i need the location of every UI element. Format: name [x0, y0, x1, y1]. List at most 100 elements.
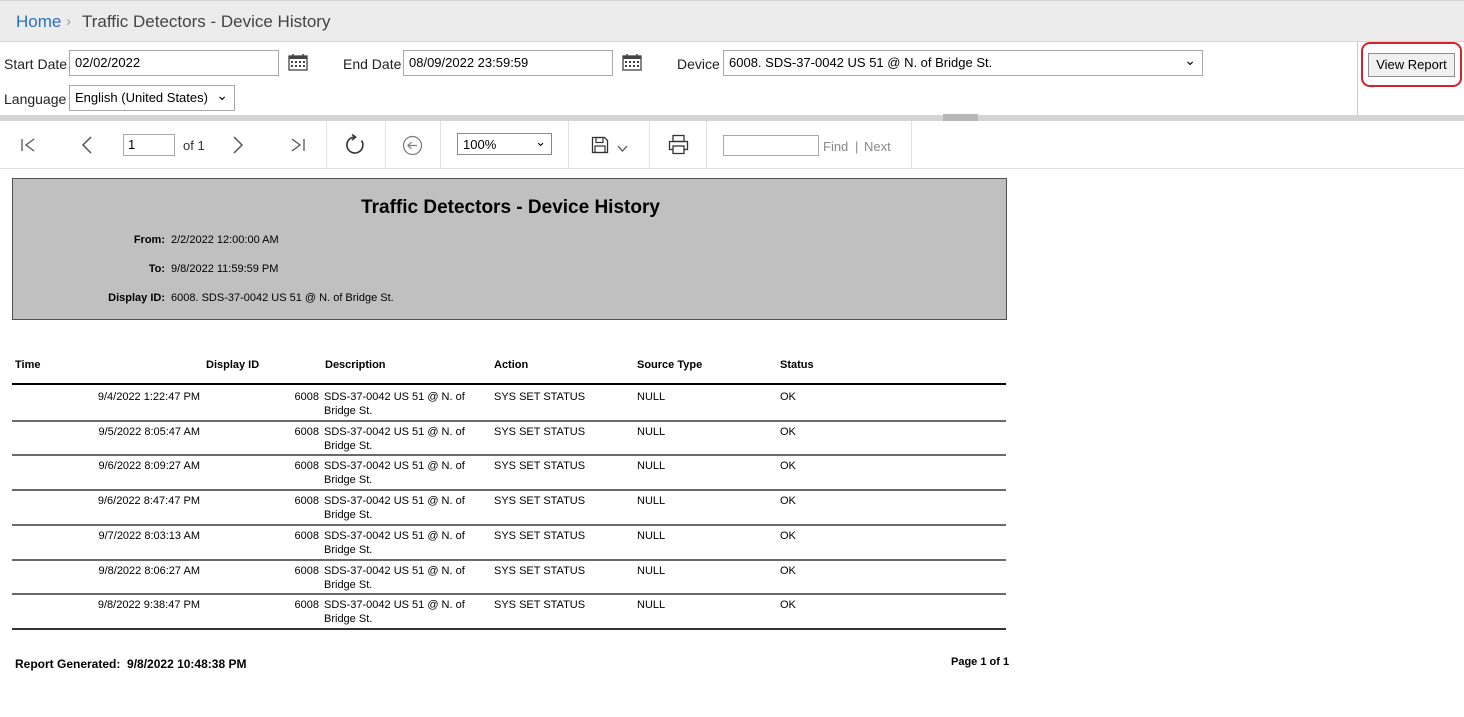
- end-date-label: End Date: [343, 56, 402, 72]
- cell-action: SYS SET STATUS: [494, 426, 586, 438]
- cell-status: OK: [780, 495, 796, 507]
- breadcrumb-separator: ›: [66, 13, 71, 30]
- display-id-value: 6008. SDS-37-0042 US 51 @ N. of Bridge S…: [171, 292, 394, 304]
- display-id-label: Display ID:: [108, 292, 165, 304]
- toolbar-divider: [385, 121, 386, 168]
- previous-page-icon[interactable]: [80, 136, 94, 154]
- report-parameters: Start Date 02/02/2022 End Date 08/09/202…: [0, 42, 1464, 115]
- column-header-action: Action: [494, 359, 529, 371]
- cell-source-type: NULL: [637, 530, 666, 542]
- column-header-display-id: Display ID: [206, 359, 260, 371]
- cell-status: OK: [780, 565, 796, 577]
- cell-time: 9/8/2022 8:06:27 AM: [98, 565, 200, 577]
- toolbar-divider: [440, 121, 441, 168]
- cell-display-id: 6008: [294, 565, 319, 577]
- cell-action: SYS SET STATUS: [494, 530, 586, 542]
- cell-description: SDS-37-0042 US 51 @ N. of Bridge St.: [324, 599, 465, 625]
- cell-action: SYS SET STATUS: [494, 599, 586, 611]
- cell-source-type: NULL: [637, 391, 666, 403]
- back-icon[interactable]: [402, 135, 423, 156]
- device-label: Device: [677, 56, 720, 72]
- language-select[interactable]: English (United States) ⌄: [69, 85, 235, 111]
- table-row: 9/6/2022 8:47:47 PM 6008 SDS-37-0042 US 51…: [12, 489, 1006, 524]
- start-date-label: Start Date: [4, 56, 68, 72]
- breadcrumb-home-link[interactable]: Home: [16, 12, 61, 32]
- to-label: To:: [148, 263, 165, 275]
- device-select-value: 6008. SDS-37-0042 US 51 @ N. of Bridge S…: [729, 55, 993, 70]
- collapse-parameters-handle[interactable]: [943, 114, 978, 121]
- refresh-icon[interactable]: [344, 134, 366, 156]
- cell-display-id: 6008: [294, 426, 319, 438]
- table-row: 9/6/2022 8:09:27 AM 6008 SDS-37-0042 US 51…: [12, 454, 1006, 489]
- export-dropdown-chevron-icon[interactable]: [617, 145, 628, 153]
- cell-status: OK: [780, 599, 796, 611]
- toolbar-divider: [326, 121, 327, 168]
- end-date-calendar-icon[interactable]: [622, 53, 642, 71]
- breadcrumb: Home › Traffic Detectors - Device Histor…: [0, 0, 1464, 42]
- table-row: 9/7/2022 8:03:13 AM 6008 SDS-37-0042 US 51…: [12, 524, 1006, 559]
- cell-action: SYS SET STATUS: [494, 565, 586, 577]
- find-next-link[interactable]: Next: [864, 139, 891, 154]
- cell-description: SDS-37-0042 US 51 @ N. of Bridge St.: [324, 426, 465, 452]
- toolbar-divider: [911, 121, 912, 168]
- print-icon[interactable]: [668, 134, 689, 155]
- find-separator: |: [855, 139, 859, 154]
- cell-time: 9/8/2022 9:38:47 PM: [97, 599, 200, 611]
- report-toolbar: 1 of 1 100% ⌄ Find | Next: [0, 121, 1464, 169]
- first-page-icon[interactable]: [20, 137, 37, 153]
- cell-display-id: 6008: [294, 599, 319, 611]
- to-value: 9/8/2022 11:59:59 PM: [171, 263, 279, 275]
- toolbar-divider: [649, 121, 650, 168]
- cell-source-type: NULL: [637, 426, 666, 438]
- language-select-value: English (United States): [75, 90, 208, 105]
- page-count-label: of 1: [183, 138, 205, 153]
- chevron-down-icon: ⌄: [216, 87, 228, 103]
- toolbar-divider: [568, 121, 569, 168]
- start-date-calendar-icon[interactable]: [288, 53, 308, 71]
- device-select[interactable]: 6008. SDS-37-0042 US 51 @ N. of Bridge S…: [723, 50, 1203, 76]
- cell-time: 9/6/2022 8:09:27 AM: [98, 460, 200, 472]
- cell-time: 9/4/2022 1:22:47 PM: [97, 391, 200, 403]
- last-page-icon[interactable]: [289, 137, 306, 153]
- next-page-icon[interactable]: [231, 136, 245, 154]
- cell-display-id: 6008: [294, 391, 319, 403]
- cell-status: OK: [780, 391, 796, 403]
- end-date-input[interactable]: 08/09/2022 23:59:59: [403, 50, 613, 76]
- from-value: 2/2/2022 12:00:00 AM: [171, 234, 279, 246]
- page-footer: Page 1 of 1: [951, 656, 1010, 668]
- cell-source-type: NULL: [637, 599, 666, 611]
- cell-display-id: 6008: [294, 495, 319, 507]
- column-header-time: Time: [15, 359, 41, 371]
- cell-description: SDS-37-0042 US 51 @ N. of Bridge St.: [324, 460, 465, 486]
- row-divider: [12, 628, 1006, 630]
- cell-source-type: NULL: [637, 565, 666, 577]
- table-row: 9/8/2022 9:38:47 PM 6008 SDS-37-0042 US 51…: [12, 593, 1006, 628]
- cell-status: OK: [780, 460, 796, 472]
- page-number-input[interactable]: 1: [123, 134, 175, 156]
- cell-action: SYS SET STATUS: [494, 495, 586, 507]
- report-generated-label: Report Generated:: [15, 657, 121, 671]
- parameters-divider: [1357, 42, 1358, 115]
- cell-status: OK: [780, 426, 796, 438]
- report-title: Traffic Detectors - Device History: [361, 197, 660, 218]
- table-row: 9/4/2022 1:22:47 PM 6008 SDS-37-0042 US 51…: [12, 385, 1006, 420]
- toolbar-divider: [706, 121, 707, 168]
- column-header-source-type: Source Type: [637, 359, 703, 371]
- save-icon[interactable]: [591, 136, 609, 154]
- table-row: 9/5/2022 8:05:47 AM 6008 SDS-37-0042 US 51…: [12, 420, 1006, 455]
- report-generated: Report Generated: 9/8/2022 10:48:38 PM: [15, 657, 246, 671]
- cell-description: SDS-37-0042 US 51 @ N. of Bridge St.: [324, 565, 465, 591]
- view-report-button[interactable]: View Report: [1368, 53, 1455, 77]
- start-date-input[interactable]: 02/02/2022: [69, 50, 279, 76]
- page-title: Traffic Detectors - Device History: [82, 12, 331, 31]
- cell-source-type: NULL: [637, 460, 666, 472]
- zoom-select[interactable]: 100% ⌄: [457, 133, 552, 155]
- cell-description: SDS-37-0042 US 51 @ N. of Bridge St.: [324, 530, 465, 556]
- cell-action: SYS SET STATUS: [494, 391, 586, 403]
- cell-description: SDS-37-0042 US 51 @ N. of Bridge St.: [324, 495, 465, 521]
- cell-status: OK: [780, 530, 796, 542]
- find-link[interactable]: Find: [823, 139, 848, 154]
- cell-action: SYS SET STATUS: [494, 460, 586, 472]
- find-input[interactable]: [723, 135, 819, 156]
- from-label: From:: [133, 234, 165, 246]
